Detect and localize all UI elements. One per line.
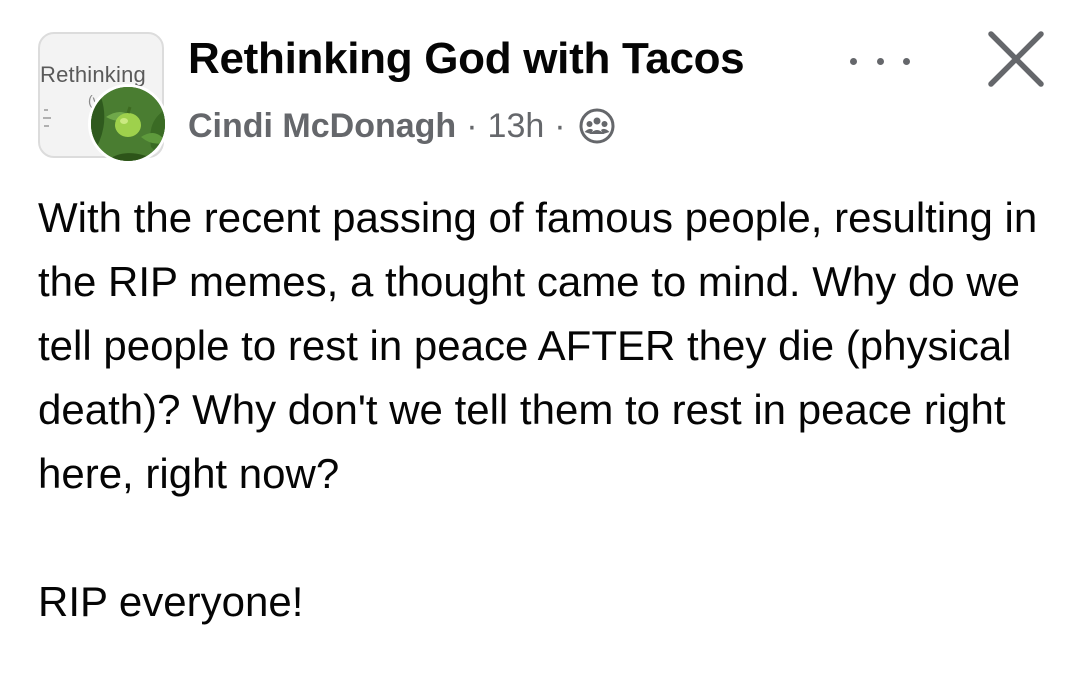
- post-header: Rethinking (v Rethinking God with Tacos …: [0, 0, 1080, 175]
- post-text-paragraph: With the recent passing of famous people…: [38, 194, 1038, 497]
- author-avatar[interactable]: [88, 84, 168, 164]
- close-button[interactable]: [985, 28, 1047, 90]
- meta-separator: ·: [554, 106, 566, 145]
- group-audience-icon: [579, 108, 615, 144]
- more-options-icon: [903, 57, 910, 65]
- post-meta: Cindi McDonagh · 13h ·: [188, 104, 616, 148]
- post-text-paragraph: RIP everyone!: [38, 578, 304, 625]
- post-body: With the recent passing of famous people…: [38, 186, 1048, 634]
- more-options-button[interactable]: [850, 46, 910, 76]
- group-avatar-scribble: [43, 109, 51, 127]
- author-name[interactable]: Cindi McDonagh: [188, 107, 456, 146]
- more-options-icon: [876, 57, 884, 65]
- more-options-icon: [850, 57, 857, 65]
- post-timestamp[interactable]: 13h: [488, 107, 545, 146]
- meta-separator: ·: [466, 106, 478, 145]
- group-name[interactable]: Rethinking God with Tacos: [188, 34, 745, 84]
- close-icon: [988, 31, 1044, 87]
